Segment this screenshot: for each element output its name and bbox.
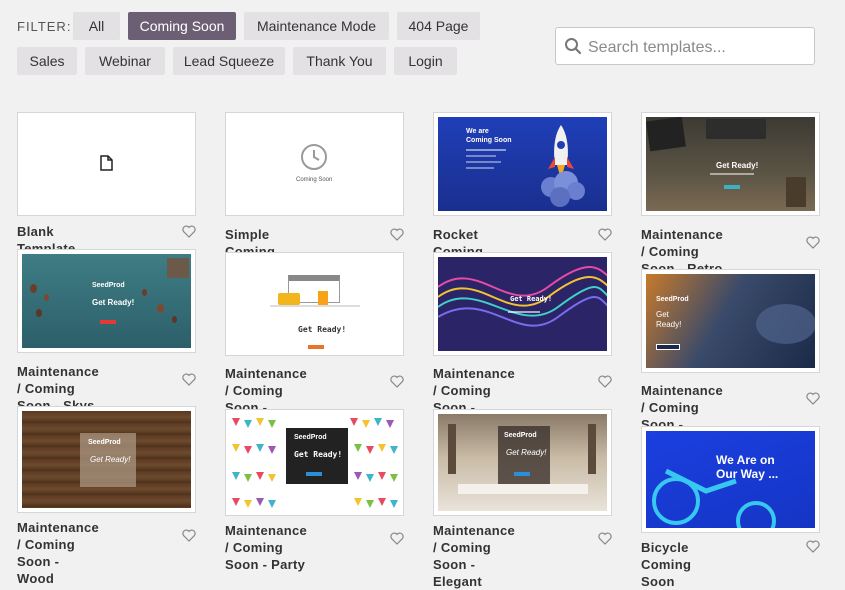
search-icon	[564, 37, 582, 55]
clock-icon	[300, 143, 328, 176]
template-thumbnail[interactable]: Get Ready!	[641, 112, 820, 216]
filter-webinar-button[interactable]: Webinar	[85, 47, 165, 75]
heart-icon[interactable]	[806, 236, 820, 249]
template-thumbnail[interactable]: We Are on Our Way ...	[641, 426, 820, 533]
thumb-heading: Get Ready!	[90, 455, 131, 464]
template-thumbnail[interactable]: SeedProd Get Ready!	[17, 406, 196, 513]
thumb-heading: Get Ready!	[92, 298, 135, 307]
template-thumbnail[interactable]: SeedProd Get Ready!	[641, 269, 820, 373]
thumb-heading: Get Ready!	[294, 450, 343, 459]
thumb-heading: Get Ready!	[656, 310, 682, 329]
template-thumbnail[interactable]: SeedProd Get Ready!	[433, 409, 612, 516]
template-title: Bicycle Coming Soon	[641, 540, 692, 589]
thumb-logo: SeedProd	[88, 439, 121, 446]
template-thumbnail[interactable]: SeedProd Get Ready!	[225, 409, 404, 516]
template-thumbnail[interactable]: SeedProd Get Ready!	[17, 249, 196, 353]
template-thumbnail[interactable]	[17, 112, 196, 216]
heart-icon[interactable]	[806, 392, 820, 405]
filter-maintenance-mode-button[interactable]: Maintenance Mode	[244, 12, 389, 40]
thumb-heading: Get Ready!	[510, 295, 553, 303]
heart-icon[interactable]	[806, 540, 820, 553]
thumb-heading: We Are on Our Way ...	[716, 453, 779, 481]
thumb-heading: Coming Soon	[296, 177, 333, 183]
filter-login-button[interactable]: Login	[394, 47, 457, 75]
template-thumbnail[interactable]: Get Ready!	[225, 252, 404, 356]
thumb-logo: SeedProd	[92, 282, 125, 289]
template-title: Maintenance / Coming Soon - Party	[225, 523, 308, 572]
filter-label: FILTER:	[17, 19, 72, 34]
template-title: Maintenance / Coming Soon - Wood	[17, 520, 100, 586]
heart-icon[interactable]	[598, 228, 612, 241]
heart-icon[interactable]	[598, 375, 612, 388]
thumb-logo: SeedProd	[656, 296, 689, 303]
template-thumbnail[interactable]: Coming Soon	[225, 112, 404, 216]
template-thumbnail[interactable]: Get Ready!	[433, 252, 612, 356]
template-thumbnail[interactable]: We are Coming Soon	[433, 112, 612, 216]
heart-icon[interactable]	[182, 373, 196, 386]
heart-icon[interactable]	[182, 225, 196, 238]
filter-all-button[interactable]: All	[73, 12, 120, 40]
search-box[interactable]	[555, 27, 815, 65]
heart-icon[interactable]	[390, 532, 404, 545]
heart-icon[interactable]	[390, 228, 404, 241]
template-title: Maintenance / Coming Soon - Elegant	[433, 523, 516, 589]
thumb-heading: Get Ready!	[506, 448, 547, 457]
filter-404-page-button[interactable]: 404 Page	[397, 12, 480, 40]
thumb-logo: SeedProd	[504, 432, 537, 439]
heart-icon[interactable]	[390, 375, 404, 388]
filter-sales-button[interactable]: Sales	[17, 47, 77, 75]
thumb-heading: Get Ready!	[298, 325, 347, 334]
search-input[interactable]	[586, 36, 810, 60]
thumb-heading: We are Coming Soon	[466, 128, 512, 144]
thumb-logo: SeedProd	[294, 434, 327, 441]
heart-icon[interactable]	[598, 532, 612, 545]
heart-icon[interactable]	[182, 529, 196, 542]
filter-coming-soon-button[interactable]: Coming Soon	[128, 12, 236, 40]
filter-lead-squeeze-button[interactable]: Lead Squeeze	[173, 47, 285, 75]
thumb-heading: Get Ready!	[716, 161, 759, 170]
file-icon	[100, 155, 113, 176]
filter-thank-you-button[interactable]: Thank You	[293, 47, 386, 75]
